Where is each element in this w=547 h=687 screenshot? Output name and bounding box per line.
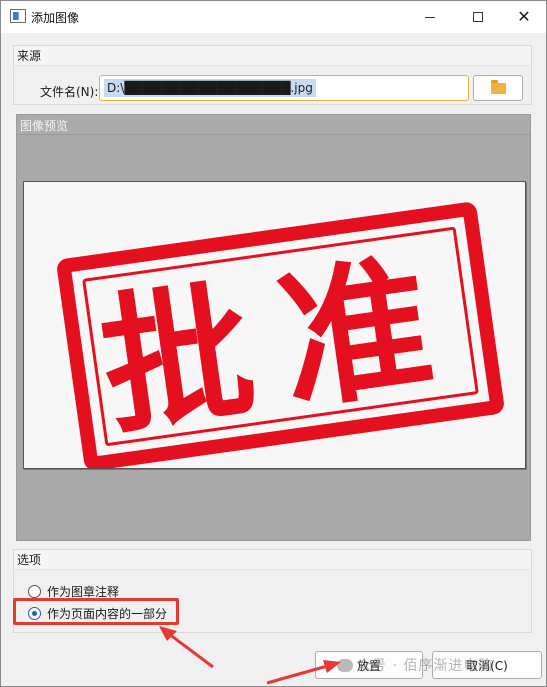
app-icon — [10, 9, 26, 23]
minimize-icon — [425, 16, 435, 18]
folder-open-icon — [490, 79, 506, 94]
file-name-input[interactable]: D:\██████████████████.jpg — [99, 75, 469, 101]
browse-button[interactable] — [473, 75, 523, 101]
preview-group-title: 图像预览 — [20, 119, 69, 133]
watermark-text: 众号 · 佰序渐进电脑 — [357, 658, 494, 674]
annotation-arrow-to-place — [266, 660, 341, 685]
maximize-icon — [473, 12, 483, 22]
file-name-value: D:\██████████████████.jpg — [104, 79, 316, 97]
watermark: 众号 · 佰序渐进电脑 — [337, 655, 493, 675]
radio-stamp-annotation-circle[interactable] — [28, 585, 41, 598]
approved-stamp-image: 批准 — [57, 202, 504, 468]
maximize-button[interactable] — [455, 1, 501, 33]
window-title: 添加图像 — [31, 11, 80, 25]
annotation-arrow-to-option — [159, 626, 214, 669]
source-group-title: 来源 — [17, 49, 42, 63]
close-button[interactable]: ✕ — [501, 1, 547, 33]
options-group-header — [14, 550, 531, 570]
source-group-header — [14, 46, 531, 66]
title-bar[interactable]: 添加图像 ✕ — [1, 1, 546, 33]
image-preview: 批准 — [23, 181, 526, 469]
add-image-dialog: 添加图像 ✕ 来源 文件名(N): D:\██████████████████.… — [0, 0, 547, 687]
minimize-button[interactable] — [407, 1, 453, 33]
file-name-label: 文件名(N): — [40, 85, 99, 99]
options-group-title: 选项 — [17, 553, 42, 567]
preview-group-header: 图像预览 — [17, 115, 530, 135]
close-icon: ✕ — [517, 7, 531, 26]
annotation-highlight-box — [13, 598, 179, 625]
preview-group: 图像预览 批准 — [16, 114, 531, 541]
